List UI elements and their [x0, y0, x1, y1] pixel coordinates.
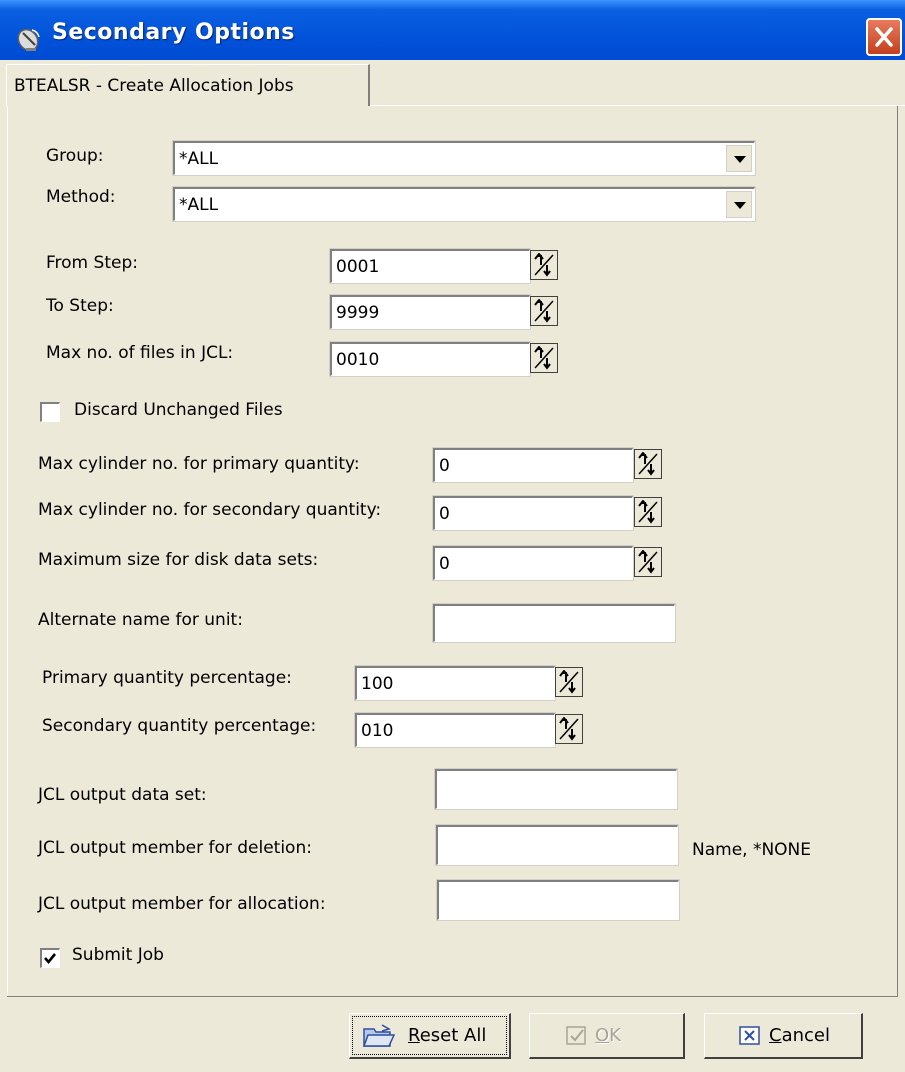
- window-title: Secondary Options: [52, 20, 295, 45]
- discard-unchanged-checkbox[interactable]: [40, 402, 60, 422]
- spin-updown-icon: [638, 550, 658, 574]
- primary-pct-spinner[interactable]: [555, 667, 583, 697]
- max-disk-size-value: 0: [439, 554, 450, 574]
- max-cyl-primary-label: Max cylinder no. for primary quantity:: [38, 454, 360, 474]
- jcl-member-delete-input[interactable]: [435, 824, 679, 866]
- max-cyl-secondary-spinner[interactable]: [634, 497, 662, 527]
- jcl-member-alloc-input[interactable]: [436, 879, 680, 921]
- panel-border-left: [7, 106, 8, 996]
- close-icon: [875, 27, 893, 47]
- submit-job-label: Submit Job: [72, 945, 164, 965]
- satellite-dish-icon: [14, 24, 44, 54]
- spin-updown-icon: [559, 670, 579, 694]
- secondary-pct-spinner[interactable]: [555, 714, 583, 744]
- cancel-button[interactable]: Cancel: [704, 1013, 863, 1059]
- max-cyl-secondary-value: 0: [439, 504, 450, 524]
- dialog-window: Secondary Options BTEALSR - Create Alloc…: [0, 0, 905, 1072]
- primary-pct-value: 100: [361, 674, 394, 694]
- spin-updown-icon: [534, 346, 554, 370]
- max-files-spinner[interactable]: [530, 343, 558, 373]
- spin-updown-icon: [534, 299, 554, 323]
- primary-pct-input[interactable]: 100: [354, 665, 556, 701]
- chevron-down-icon: [734, 202, 746, 209]
- from-step-input[interactable]: 0001: [329, 248, 531, 284]
- submit-job-checkbox[interactable]: [40, 948, 60, 968]
- group-select[interactable]: *ALL: [172, 140, 756, 176]
- max-cyl-secondary-label: Max cylinder no. for secondary quantity:: [38, 500, 382, 520]
- tab-divider: [370, 105, 905, 106]
- cancel-x-icon: [739, 1026, 761, 1051]
- max-disk-size-label: Maximum size for disk data sets:: [38, 550, 319, 570]
- to-step-label: To Step:: [46, 296, 114, 316]
- to-step-spinner[interactable]: [530, 296, 558, 326]
- secondary-pct-value: 010: [361, 721, 394, 741]
- folder-reset-icon: [362, 1023, 396, 1054]
- jcl-member-alloc-label: JCL output member for allocation:: [38, 894, 326, 914]
- secondary-pct-label: Secondary quantity percentage:: [42, 716, 317, 736]
- from-step-spinner[interactable]: [530, 250, 558, 280]
- max-cyl-primary-value: 0: [439, 456, 450, 476]
- max-disk-size-input[interactable]: 0: [432, 545, 634, 581]
- ok-button[interactable]: OK: [529, 1013, 685, 1059]
- spin-updown-icon: [638, 500, 658, 524]
- spin-updown-icon: [559, 717, 579, 741]
- alt-unit-label: Alternate name for unit:: [38, 610, 243, 630]
- group-value: *ALL: [179, 149, 219, 169]
- method-label: Method:: [46, 187, 116, 207]
- panel-border-bottom: [7, 996, 898, 997]
- checkmark-icon: [44, 953, 57, 965]
- reset-all-button[interactable]: Reset All: [349, 1013, 511, 1059]
- cancel-label: Cancel: [769, 1025, 830, 1046]
- method-dropdown-button[interactable]: [726, 191, 752, 218]
- panel-border-right: [897, 106, 898, 996]
- max-files-input[interactable]: 0010: [329, 341, 531, 377]
- group-dropdown-button[interactable]: [726, 145, 752, 172]
- primary-pct-label: Primary quantity percentage:: [42, 668, 292, 688]
- to-step-value: 9999: [336, 303, 380, 323]
- jcl-member-delete-hint: Name, *NONE: [692, 840, 812, 860]
- to-step-input[interactable]: 9999: [329, 294, 531, 330]
- alt-unit-input[interactable]: [432, 603, 676, 643]
- max-cyl-secondary-input[interactable]: 0: [432, 495, 634, 531]
- close-button[interactable]: [866, 18, 902, 56]
- tab-label: BTEALSR - Create Allocation Jobs: [14, 76, 294, 96]
- from-step-label: From Step:: [46, 253, 138, 273]
- method-select[interactable]: *ALL: [172, 186, 756, 222]
- reset-all-label: Reset All: [408, 1025, 487, 1046]
- jcl-member-delete-label: JCL output member for deletion:: [38, 838, 312, 858]
- spin-updown-icon: [534, 253, 554, 277]
- check-icon: [566, 1026, 588, 1051]
- ok-label: OK: [595, 1025, 621, 1046]
- max-disk-size-spinner[interactable]: [634, 547, 662, 577]
- max-cyl-primary-input[interactable]: 0: [432, 447, 634, 483]
- discard-unchanged-label: Discard Unchanged Files: [74, 400, 283, 420]
- jcl-dataset-label: JCL output data set:: [38, 785, 207, 805]
- method-value: *ALL: [179, 195, 219, 215]
- group-label: Group:: [46, 146, 104, 166]
- jcl-dataset-input[interactable]: [434, 768, 678, 810]
- max-files-label: Max no. of files in JCL:: [46, 343, 234, 363]
- spin-updown-icon: [638, 452, 658, 476]
- chevron-down-icon: [734, 156, 746, 163]
- from-step-value: 0001: [336, 257, 380, 277]
- secondary-pct-input[interactable]: 010: [354, 712, 556, 748]
- max-cyl-primary-spinner[interactable]: [634, 449, 662, 479]
- max-files-value: 0010: [336, 350, 380, 370]
